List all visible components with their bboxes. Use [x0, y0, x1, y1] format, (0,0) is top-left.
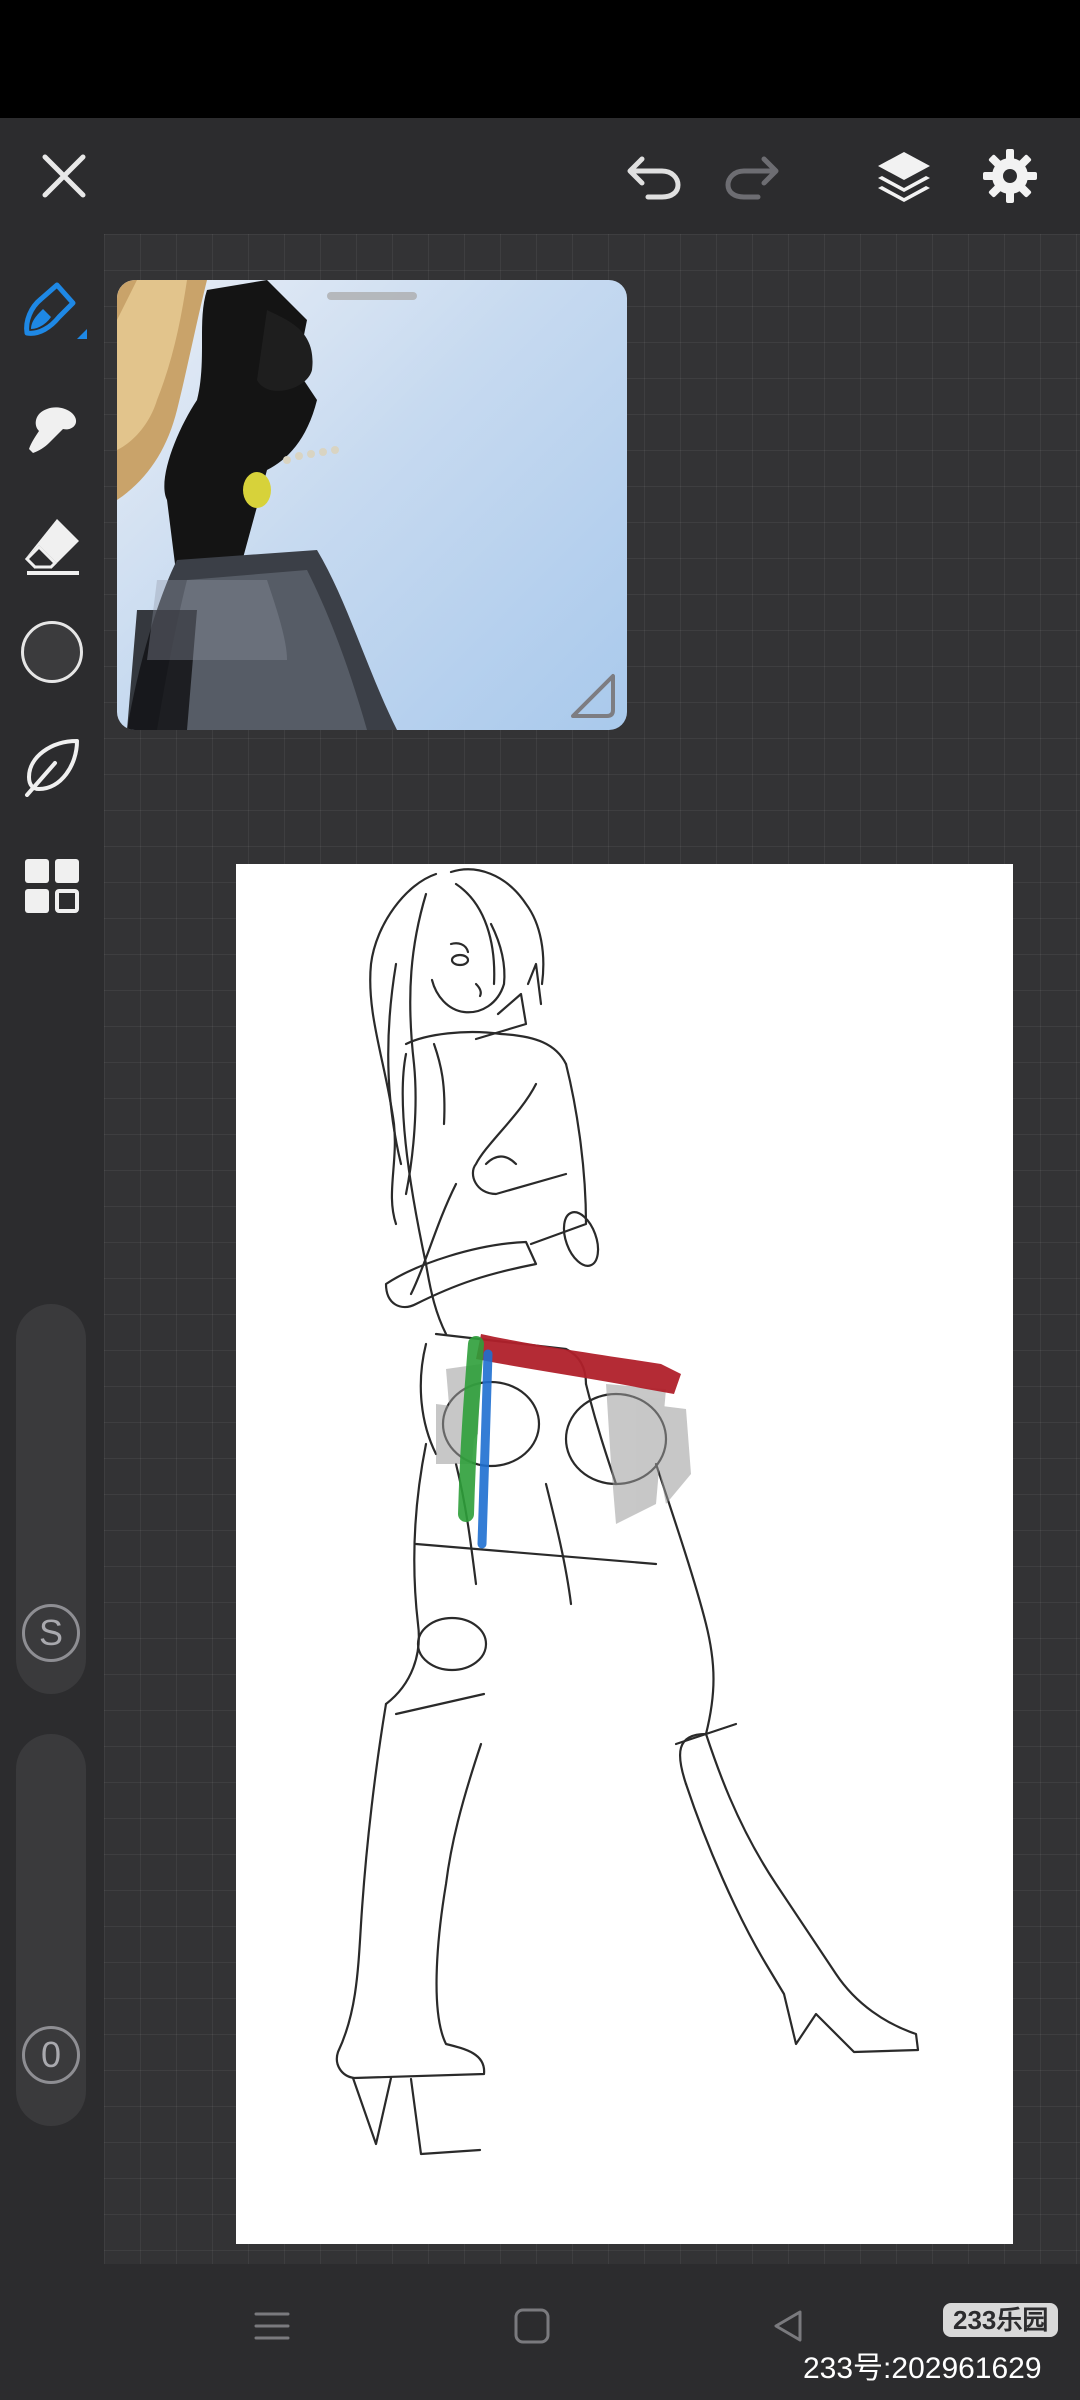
reference-image-panel[interactable] [117, 280, 627, 730]
status-bar [0, 0, 1080, 118]
reference-drag-handle[interactable] [327, 292, 417, 300]
smudge-icon [29, 407, 77, 453]
redo-button[interactable] [716, 140, 788, 212]
top-toolbar [0, 118, 1080, 234]
sketch-drawing [335, 868, 920, 2156]
brush-tool[interactable] [14, 274, 90, 350]
layers-button[interactable] [868, 140, 940, 212]
lasso-icon [25, 739, 79, 797]
eraser-tool[interactable] [14, 506, 90, 582]
brush-size-thumb[interactable]: S [22, 1604, 80, 1662]
reference-photo [117, 280, 397, 730]
back-icon [774, 2310, 802, 2342]
grid-icon [25, 859, 79, 913]
resize-handle-icon[interactable] [567, 670, 621, 724]
redo-icon [725, 156, 779, 200]
undo-button[interactable] [618, 140, 690, 212]
back-button[interactable] [756, 2294, 820, 2358]
home-button[interactable] [500, 2294, 564, 2358]
undo-icon [627, 156, 681, 200]
watermark-badge: 233乐园 [943, 2303, 1059, 2337]
lasso-tool[interactable] [14, 728, 90, 804]
brush-size-slider[interactable]: S [16, 1304, 86, 1694]
menu-icon [254, 2312, 290, 2340]
drawing-canvas[interactable] [236, 864, 1013, 2244]
current-color-swatch [21, 621, 83, 683]
color-picker-button[interactable] [14, 614, 90, 690]
close-icon [42, 154, 86, 198]
smudge-tool[interactable] [14, 390, 90, 466]
home-icon [514, 2308, 550, 2344]
opacity-thumb[interactable]: 0 [22, 2026, 80, 2084]
recent-apps-button[interactable] [240, 2294, 304, 2358]
opacity-label: 0 [40, 2034, 62, 2075]
more-tools-button[interactable] [14, 848, 90, 924]
eraser-icon [24, 519, 79, 575]
close-button[interactable] [28, 140, 100, 212]
watermark-id: 233号:202961629 [803, 2352, 1042, 2385]
opacity-slider[interactable]: 0 [16, 1734, 86, 2126]
brush-icon [24, 282, 87, 339]
brush-size-label: S [38, 1612, 63, 1653]
tool-rail: S 0 [0, 234, 104, 2264]
layers-icon [878, 152, 930, 202]
gear-icon [983, 149, 1037, 203]
settings-button[interactable] [974, 140, 1046, 212]
